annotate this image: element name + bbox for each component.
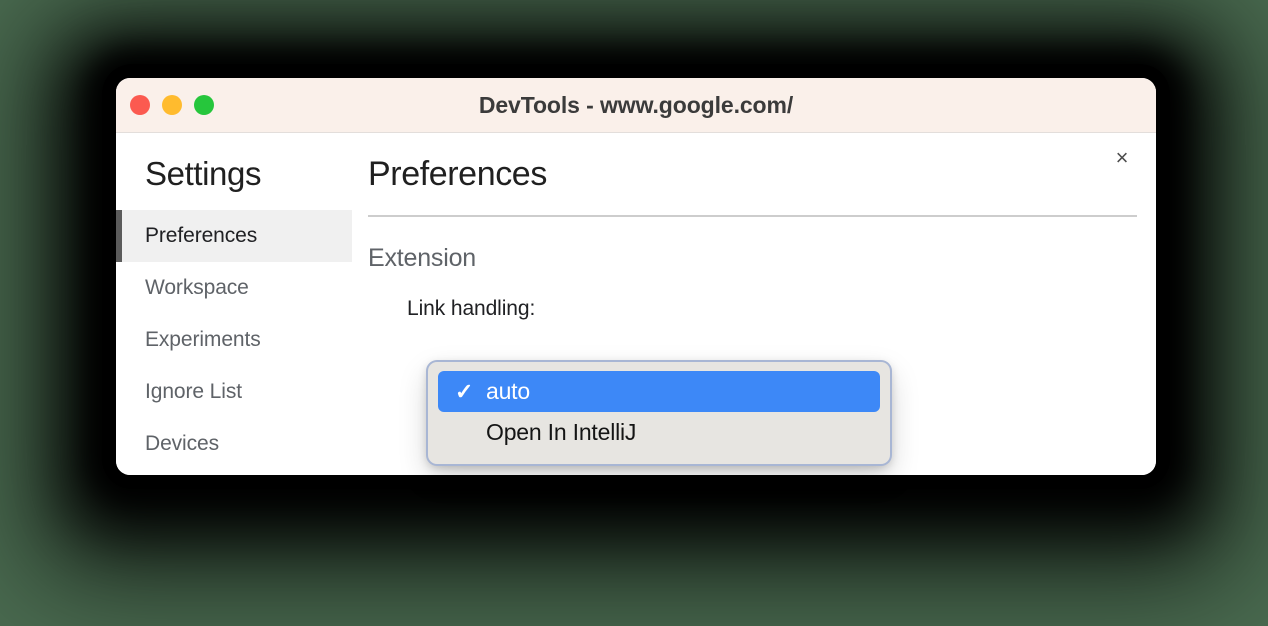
link-handling-dropdown-popup[interactable]: ✓ auto ✓ Open In IntelliJ <box>428 362 890 464</box>
sidebar-item-workspace[interactable]: Workspace <box>116 262 352 314</box>
sidebar-item-label: Workspace <box>145 276 249 299</box>
sidebar-item-experiments[interactable]: Experiments <box>116 314 352 366</box>
sidebar-title: Settings <box>145 155 262 192</box>
dropdown-option-open-in-intellij[interactable]: ✓ Open In IntelliJ <box>438 412 880 453</box>
sidebar-item-devices[interactable]: Devices <box>116 418 352 470</box>
close-window-button[interactable] <box>130 95 150 115</box>
sidebar-item-label: Preferences <box>145 224 258 247</box>
traffic-light-buttons[interactable] <box>130 78 214 132</box>
dropdown-option-label: auto <box>486 378 530 404</box>
title-divider <box>368 215 1137 217</box>
preferences-panel: Preferences Extension Link handling: <box>368 133 1156 321</box>
maximize-window-button[interactable] <box>194 95 214 115</box>
page-title: Preferences <box>368 155 547 193</box>
sidebar-item-label: Devices <box>145 432 219 455</box>
sidebar-item-ignore-list[interactable]: Ignore List <box>116 366 352 418</box>
window-title: DevTools - www.google.com/ <box>478 91 794 118</box>
window-titlebar: DevTools - www.google.com/ <box>116 78 1156 133</box>
screen: DevTools - www.google.com/ × Settings Pr… <box>0 0 1268 626</box>
sidebar-item-label: Experiments <box>145 328 261 351</box>
minimize-window-button[interactable] <box>162 95 182 115</box>
link-handling-label: Link handling: <box>407 297 536 320</box>
dropdown-option-auto[interactable]: ✓ auto <box>438 371 880 412</box>
section-title-extension: Extension <box>368 244 476 272</box>
settings-sidebar: Settings Preferences Workspace Experimen… <box>116 133 352 470</box>
sidebar-item-label: Ignore List <box>145 380 242 403</box>
dropdown-option-label: Open In IntelliJ <box>486 419 637 445</box>
check-icon: ✓ <box>455 379 474 404</box>
sidebar-item-preferences[interactable]: Preferences <box>116 210 352 262</box>
